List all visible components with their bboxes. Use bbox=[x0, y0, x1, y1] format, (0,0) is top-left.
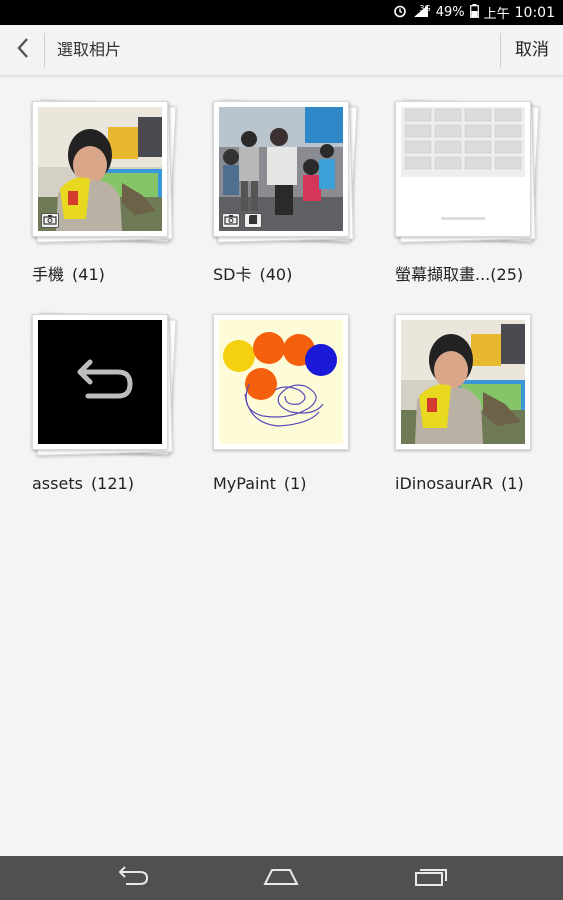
photo-back-arrow bbox=[38, 320, 162, 444]
status-bar: 3G 49% 上午 10:01 bbox=[0, 0, 563, 25]
album-name: 手機 bbox=[32, 265, 65, 284]
album-name: assets bbox=[32, 474, 83, 493]
cancel-button[interactable]: 取消 bbox=[501, 25, 563, 75]
nav-back-button[interactable] bbox=[98, 856, 168, 900]
album-cover bbox=[395, 101, 531, 237]
camera-icon bbox=[41, 213, 59, 228]
album-count: (1) bbox=[501, 474, 524, 493]
time-period: 上午 bbox=[483, 7, 510, 22]
album-name: 螢幕擷取畫... bbox=[395, 265, 491, 284]
album-cover bbox=[213, 101, 349, 237]
page-title: 選取相片 bbox=[57, 40, 122, 59]
album-name: SD卡 bbox=[213, 265, 252, 284]
album-name: iDinosaurAR bbox=[395, 474, 494, 493]
alarm-icon bbox=[393, 4, 407, 22]
album-label: 手機 (41) bbox=[32, 261, 105, 285]
album-label: 螢幕擷取畫...(25) bbox=[395, 261, 523, 285]
sd-card-icon bbox=[244, 213, 262, 228]
album-item[interactable]: 手機 (41) bbox=[32, 99, 192, 301]
nav-recent-apps-button[interactable] bbox=[396, 856, 466, 900]
battery-percent: 49% bbox=[435, 5, 465, 20]
photo-calculator-screenshot bbox=[401, 107, 525, 231]
network-type: 3G bbox=[419, 4, 431, 13]
album-cover bbox=[32, 314, 168, 450]
nav-home-button[interactable] bbox=[246, 856, 316, 900]
album-item[interactable]: MyPaint (1) bbox=[213, 314, 373, 514]
clock: 10:01 bbox=[514, 4, 555, 21]
home-icon bbox=[263, 866, 299, 890]
album-count: (41) bbox=[72, 265, 105, 284]
photo-child-dinosaur bbox=[401, 320, 525, 444]
album-label: assets (121) bbox=[32, 474, 134, 493]
recent-apps-icon bbox=[414, 866, 448, 890]
album-label: SD卡 (40) bbox=[213, 261, 292, 285]
album-count: (1) bbox=[283, 474, 307, 493]
navigation-bar bbox=[0, 856, 563, 900]
album-label: iDinosaurAR (1) bbox=[395, 474, 524, 493]
album-count: (121) bbox=[90, 474, 134, 493]
badge-row bbox=[41, 213, 59, 228]
back-icon bbox=[116, 866, 150, 890]
album-name: MyPaint bbox=[213, 474, 276, 493]
album-item[interactable]: assets (121) bbox=[32, 312, 192, 514]
album-count: (25) bbox=[490, 265, 524, 284]
album-cover bbox=[213, 314, 349, 450]
chevron-left-icon bbox=[16, 37, 30, 63]
album-cover bbox=[32, 101, 168, 237]
album-item[interactable]: SD卡 (40) bbox=[213, 99, 373, 301]
camera-icon bbox=[222, 213, 240, 228]
divider bbox=[44, 33, 45, 67]
album-cover bbox=[395, 314, 531, 450]
album-label: MyPaint (1) bbox=[213, 474, 307, 493]
album-item[interactable]: 螢幕擷取畫...(25) bbox=[395, 99, 555, 301]
photo-painting bbox=[219, 320, 343, 444]
app-bar: 選取相片 取消 bbox=[0, 25, 563, 76]
battery-icon bbox=[469, 3, 479, 22]
album-count: (40) bbox=[259, 265, 293, 284]
album-item[interactable]: iDinosaurAR (1) bbox=[395, 314, 555, 514]
badge-row bbox=[222, 213, 262, 228]
back-button[interactable] bbox=[8, 34, 38, 66]
